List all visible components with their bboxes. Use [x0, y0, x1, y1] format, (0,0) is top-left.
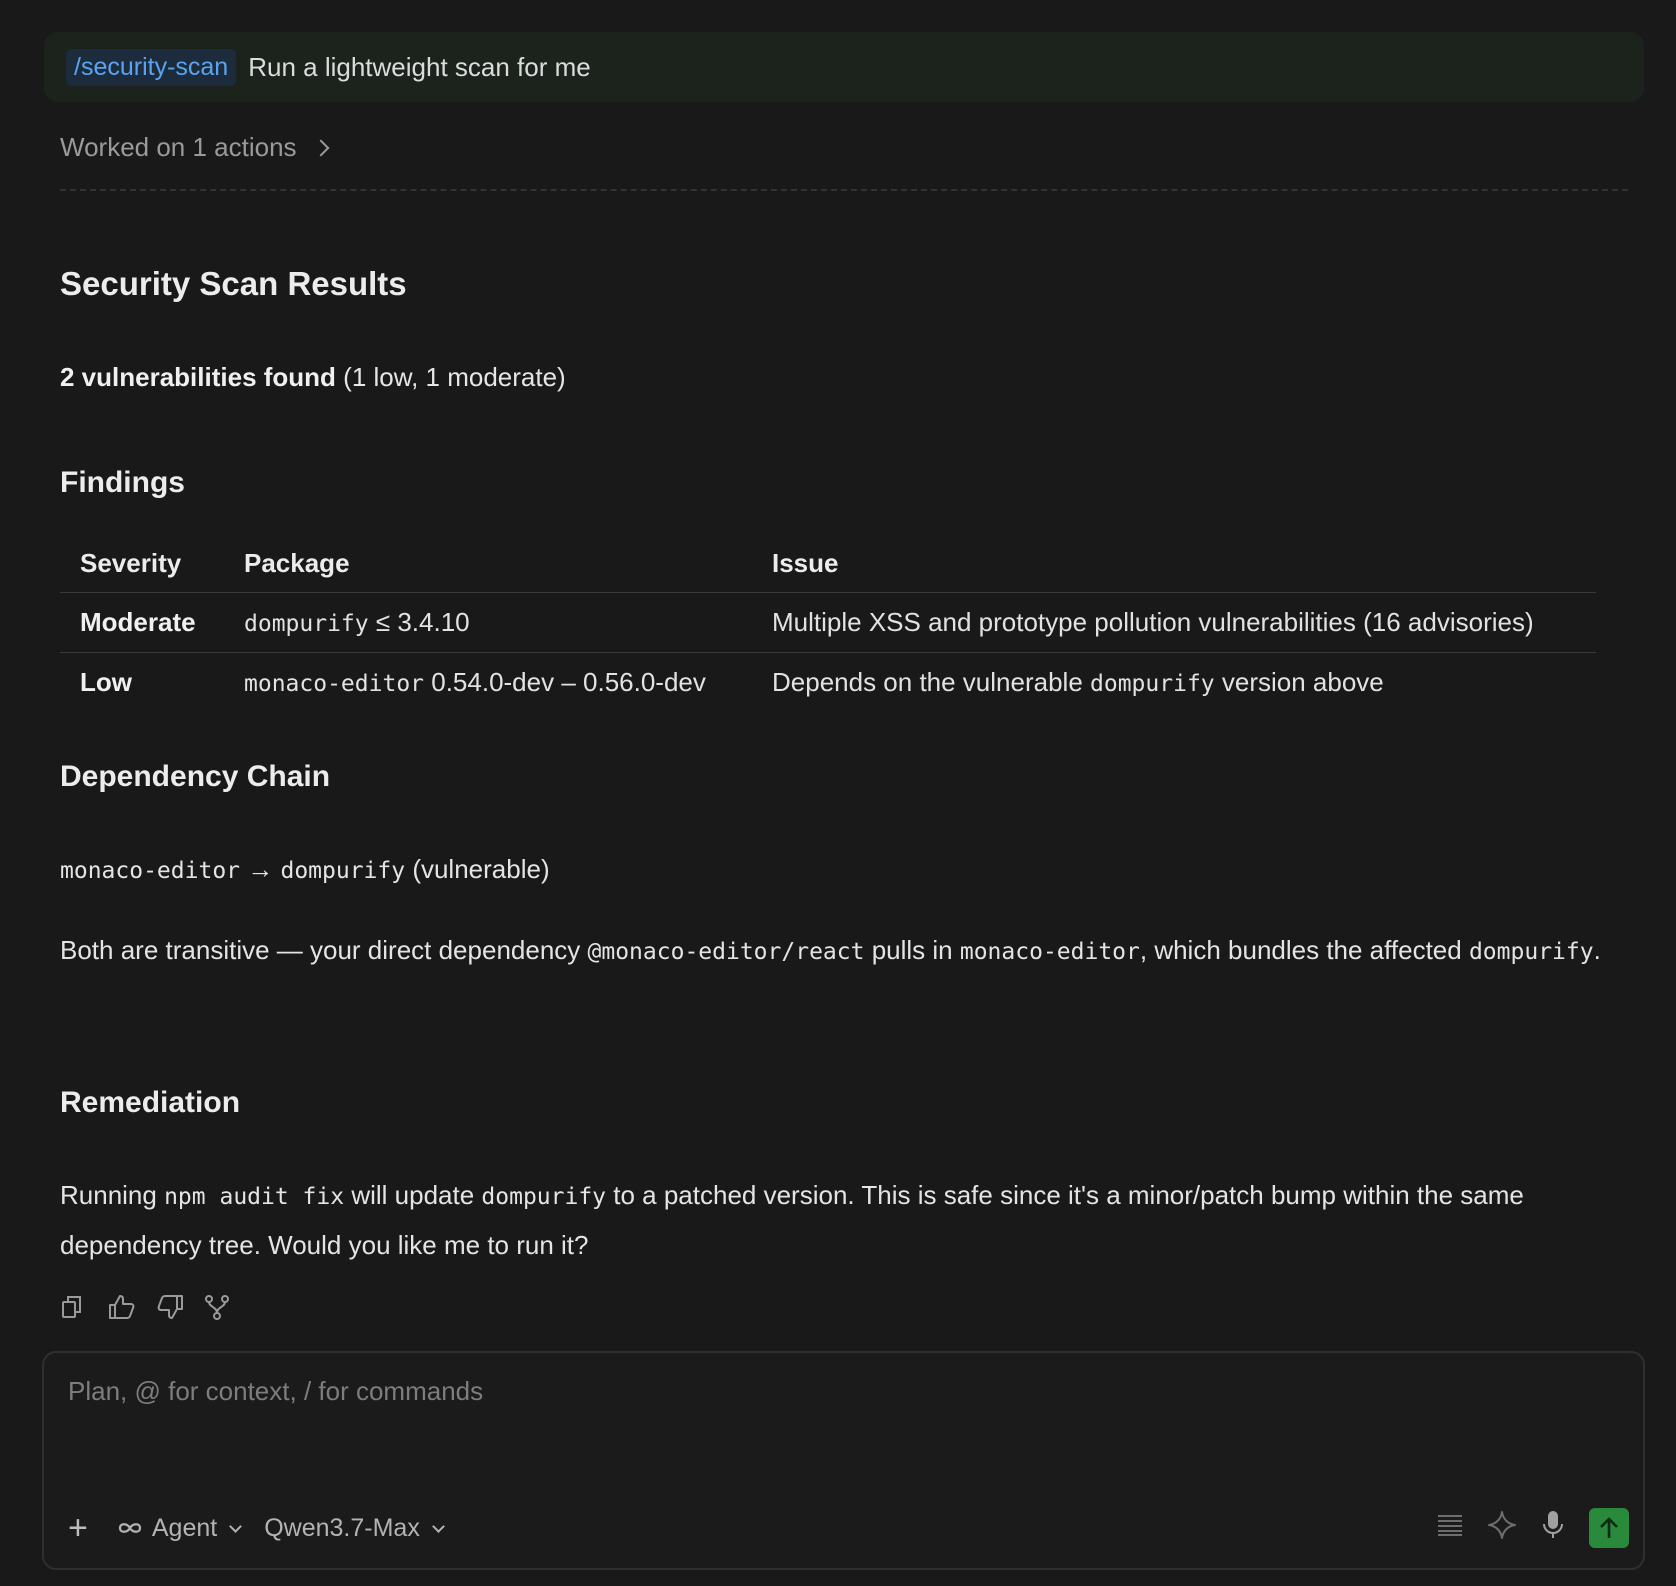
list-icon[interactable]: [1437, 1513, 1463, 1544]
user-message-text: Run a lightweight scan for me: [248, 51, 591, 82]
inline-code: @monaco-editor/react: [587, 939, 865, 965]
summary-bold: 2 vulnerabilities found: [60, 362, 336, 392]
chevron-down-icon: [431, 1519, 445, 1533]
worked-on-label: Worked on 1 actions: [60, 132, 297, 162]
summary-line: 2 vulnerabilities found (1 low, 1 modera…: [60, 362, 566, 393]
thumbs-up-icon[interactable]: [108, 1294, 135, 1320]
chevron-down-icon: [229, 1519, 243, 1533]
inline-code: npm audit fix: [164, 1184, 345, 1210]
header-severity: Severity: [60, 536, 224, 593]
chain-note: (vulnerable): [405, 854, 550, 884]
composer-right-tools: [1437, 1508, 1629, 1548]
transitive-paragraph: Both are transitive — your direct depend…: [60, 926, 1620, 976]
table-header-row: Severity Package Issue: [60, 536, 1596, 593]
message-actions: [60, 1294, 230, 1320]
text-run: pulls in: [864, 935, 960, 965]
thumbs-down-icon[interactable]: [156, 1294, 183, 1320]
table-row: Low monaco-editor 0.54.0-dev – 0.56.0-de…: [60, 652, 1596, 712]
package-cell: monaco-editor 0.54.0-dev – 0.56.0-dev: [224, 652, 752, 712]
send-button[interactable]: [1589, 1508, 1629, 1548]
package-code: monaco-editor: [244, 670, 425, 697]
severity-cell: Moderate: [60, 592, 224, 653]
arrow-up-icon: [1600, 1517, 1618, 1538]
package-version: ≤ 3.4.10: [368, 606, 470, 637]
inline-code: dompurify: [1468, 939, 1594, 965]
issue-code: dompurify: [1090, 670, 1215, 697]
header-issue: Issue: [752, 536, 1596, 593]
mode-label: Agent: [151, 1513, 218, 1542]
remediation-heading: Remediation: [60, 1086, 241, 1119]
microphone-icon[interactable]: [1541, 1510, 1565, 1547]
findings-table: Severity Package Issue Moderate dompurif…: [60, 536, 1596, 712]
mode-selector[interactable]: Agent: [116, 1513, 243, 1543]
summary-detail: (1 low, 1 moderate): [335, 362, 566, 392]
dependency-chain-heading: Dependency Chain: [60, 760, 331, 793]
issue-text: Depends on the vulnerable: [772, 666, 1091, 697]
remediation-paragraph: Running npm audit fix will update dompur…: [60, 1171, 1620, 1269]
chain-from: monaco-editor: [60, 858, 241, 884]
header-package: Package: [224, 536, 752, 593]
chain-to: dompurify: [280, 858, 406, 884]
text-run: will update: [344, 1180, 482, 1210]
text-run: , which bundles the affected: [1139, 935, 1469, 965]
issue-cell: Multiple XSS and prototype pollution vul…: [752, 592, 1596, 653]
divider: [60, 189, 1628, 191]
command-chip[interactable]: /security-scan: [66, 48, 237, 86]
worked-on-toggle[interactable]: Worked on 1 actions: [60, 132, 330, 163]
package-version: 0.54.0-dev – 0.56.0-dev: [424, 666, 706, 697]
issue-cell: Depends on the vulnerable dompurify vers…: [752, 652, 1596, 712]
text-run: Running: [60, 1180, 165, 1210]
inline-code: dompurify: [481, 1184, 607, 1210]
issue-text: version above: [1214, 666, 1384, 697]
text-run: .: [1593, 935, 1601, 965]
branch-icon[interactable]: [204, 1294, 230, 1320]
package-cell: dompurify ≤ 3.4.10: [224, 592, 752, 653]
sparkle-icon[interactable]: [1487, 1510, 1517, 1547]
inline-code: monaco-editor: [959, 939, 1140, 965]
model-label: Qwen3.7-Max: [264, 1513, 420, 1542]
chevron-right-icon: [312, 139, 330, 156]
findings-heading: Findings: [60, 466, 185, 499]
chain-arrow: →: [240, 854, 281, 884]
copy-icon[interactable]: [60, 1294, 86, 1320]
package-code: dompurify: [244, 610, 369, 637]
user-message: /security-scan Run a lightweight scan fo…: [44, 32, 1644, 102]
model-selector[interactable]: Qwen3.7-Max: [264, 1513, 445, 1543]
chat-input[interactable]: [68, 1371, 1568, 1411]
composer: + Agent Qwen3.7-Max: [42, 1351, 1645, 1570]
infinity-icon: [118, 1523, 141, 1533]
text-run: Both are transitive — your direct depend…: [60, 935, 588, 965]
dependency-chain-line: monaco-editor → dompurify (vulnerable): [60, 845, 1620, 895]
table-row: Moderate dompurify ≤ 3.4.10 Multiple XSS…: [60, 592, 1596, 653]
report-title: Security Scan Results: [60, 265, 407, 302]
severity-cell: Low: [80, 666, 132, 697]
composer-toolbar: + Agent Qwen3.7-Max: [68, 1506, 1629, 1550]
plus-icon[interactable]: +: [68, 1511, 88, 1545]
